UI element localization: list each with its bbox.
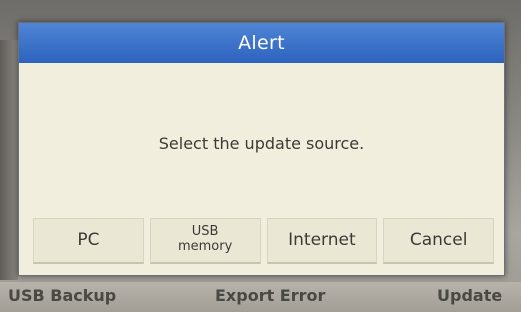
dialog-message: Select the update source.	[158, 134, 365, 153]
usb-label-line1: USB	[191, 223, 219, 239]
internet-button[interactable]: Internet	[266, 218, 378, 264]
device-screen: USB Backup Export Error Update Alert Sel…	[0, 0, 521, 312]
usb-backup-tab[interactable]: USB Backup	[8, 286, 116, 305]
cancel-button[interactable]: Cancel	[383, 218, 494, 264]
background-bottom-bar: USB Backup Export Error Update	[0, 282, 521, 312]
usb-label-line2: memory	[177, 238, 233, 254]
dialog-button-row: PC USB memory Internet Cancel	[33, 218, 494, 264]
dialog-header: Alert	[19, 23, 504, 63]
alert-dialog: Alert Select the update source. PC USB m…	[18, 22, 505, 276]
usb-memory-button[interactable]: USB memory	[149, 218, 261, 264]
dialog-title: Alert	[238, 32, 285, 54]
update-tab[interactable]: Update	[437, 286, 502, 305]
usb-memory-button-label: USB memory	[177, 223, 233, 255]
background-sidebar	[0, 40, 18, 280]
pc-button-label: PC	[77, 229, 100, 250]
export-error-tab[interactable]: Export Error	[215, 286, 325, 305]
pc-button[interactable]: PC	[33, 218, 144, 264]
cancel-button-label: Cancel	[409, 229, 468, 250]
internet-button-label: Internet	[288, 229, 356, 250]
